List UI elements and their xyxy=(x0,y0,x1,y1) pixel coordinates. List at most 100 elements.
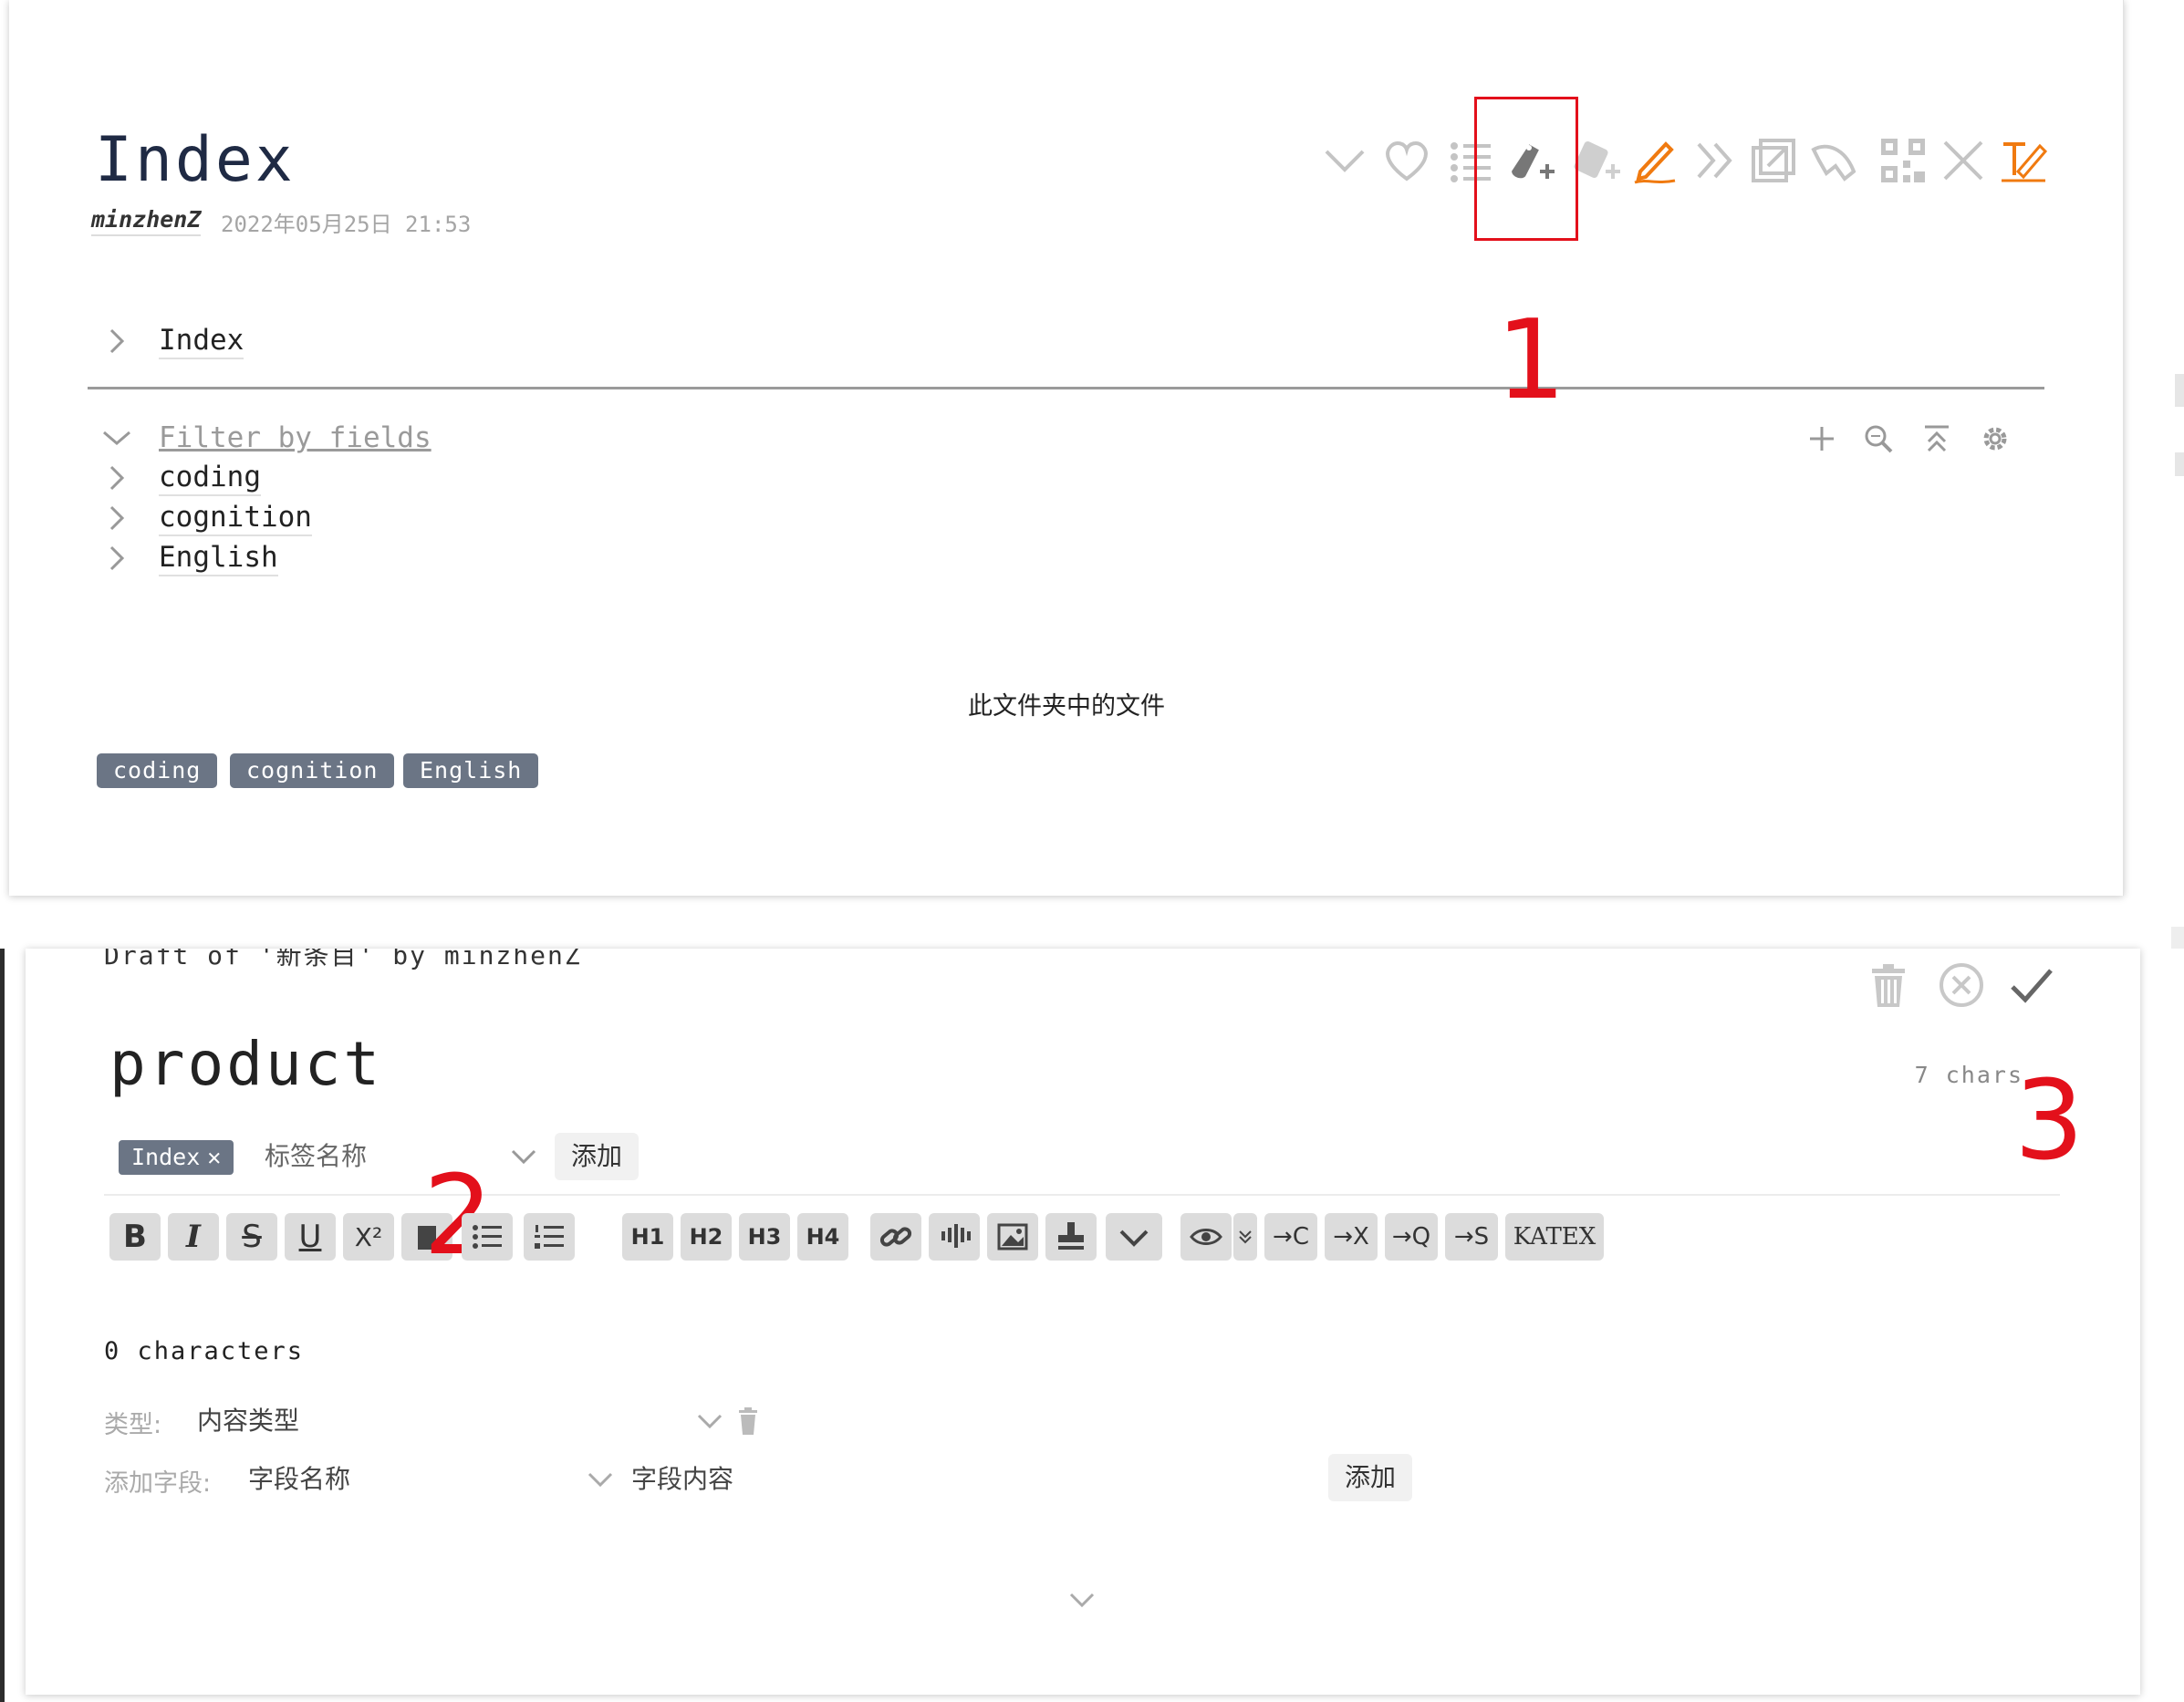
h2-button[interactable]: H2 xyxy=(681,1213,732,1261)
shell-icon[interactable] xyxy=(1808,135,1859,186)
filter-toggle[interactable]: Filter by fields xyxy=(100,420,432,456)
bullet-list-button[interactable] xyxy=(462,1213,513,1261)
divider xyxy=(104,1194,2060,1196)
h1-button[interactable]: H1 xyxy=(622,1213,673,1261)
tree-item-coding[interactable]: coding xyxy=(100,460,261,496)
add-tag-button[interactable]: 添加 xyxy=(555,1133,640,1180)
title-char-count: 7 chars xyxy=(1914,1062,2023,1088)
zoom-icon[interactable] xyxy=(1861,421,1896,456)
numbered-list-button[interactable] xyxy=(524,1213,575,1261)
quote-q-label: Q xyxy=(1411,1223,1431,1251)
new-tag-icon[interactable] xyxy=(1571,135,1622,186)
filter-by-fields-link[interactable]: Filter by fields xyxy=(159,421,432,454)
heart-icon[interactable] xyxy=(1381,135,1432,186)
chevron-right-icon xyxy=(109,328,125,354)
bullet-list-icon xyxy=(473,1225,502,1249)
content-type-input[interactable] xyxy=(197,1399,708,1441)
body-char-count: 0 characters xyxy=(104,1337,305,1365)
tag-chip-index: Index ✕ xyxy=(119,1140,234,1175)
bold-button[interactable]: B xyxy=(109,1213,161,1261)
image-icon xyxy=(997,1223,1028,1251)
h3-button[interactable]: H3 xyxy=(739,1213,790,1261)
trash-icon[interactable] xyxy=(732,1405,764,1437)
eye-icon xyxy=(1190,1229,1222,1245)
qr-code-icon[interactable] xyxy=(1877,135,1929,186)
tag-pill[interactable]: cognition xyxy=(230,753,395,788)
trash-icon[interactable] xyxy=(1863,960,1914,1011)
draft-of-label: Draft of '新条目' by minzhenZ xyxy=(104,949,582,970)
excise-button[interactable] xyxy=(929,1213,980,1261)
stamp-s-button[interactable]: → S xyxy=(1445,1213,1498,1261)
tiddler-title: Index xyxy=(95,124,296,196)
tag-pill[interactable]: English xyxy=(403,753,539,788)
arrow-in-icon: → xyxy=(1333,1223,1353,1251)
collapse-top-icon[interactable] xyxy=(1919,421,1954,456)
tiddler-author-link[interactable]: minzhenZ xyxy=(91,206,202,236)
tiddler-view-index: Index minzhenZ 2022年05月25日 21:53 Index F… xyxy=(9,0,2124,896)
chevron-down-icon[interactable] xyxy=(1319,135,1370,186)
numbered-list-icon xyxy=(535,1225,564,1249)
save-check-icon[interactable] xyxy=(2005,960,2056,1011)
add-field-label: 添加字段: xyxy=(104,1469,212,1498)
edit-text-icon[interactable] xyxy=(1998,135,2049,186)
field-name-dropdown-chevron-icon[interactable] xyxy=(584,1463,617,1496)
tree-item-cognition[interactable]: cognition xyxy=(100,500,312,536)
annotation-number: 3 xyxy=(2014,1058,2085,1185)
folder-files-caption: 此文件夹中的文件 xyxy=(968,692,1165,721)
excise-c-button[interactable]: → C xyxy=(1264,1213,1317,1261)
tree-item-label: coding xyxy=(159,461,261,496)
scroll-fragment xyxy=(2175,452,2184,476)
stamp-icon xyxy=(1058,1222,1084,1250)
arrow-in-icon: → xyxy=(1453,1223,1474,1251)
preview-mode-dropdown[interactable] xyxy=(1233,1213,1257,1261)
preview-button[interactable] xyxy=(1180,1213,1232,1261)
tiddler-editor: Draft of '新条目' by minzhenZ 7 chars 3 Ind… xyxy=(26,949,2140,1695)
type-dropdown-chevron-icon[interactable] xyxy=(693,1405,726,1437)
close-icon[interactable] xyxy=(1938,135,1989,186)
tag-remove-icon[interactable]: ✕ xyxy=(207,1140,221,1175)
stamp-s-label: S xyxy=(1473,1223,1490,1251)
excise-c-label: C xyxy=(1292,1223,1309,1251)
h4-button[interactable]: H4 xyxy=(797,1213,848,1261)
stamp-button[interactable] xyxy=(1045,1213,1097,1261)
scissors-icon xyxy=(941,1224,971,1248)
chevron-down-icon xyxy=(1119,1230,1149,1247)
title-input[interactable] xyxy=(109,1029,1478,1099)
annotation-highlight-box xyxy=(1474,97,1578,241)
field-value-input[interactable] xyxy=(631,1458,1270,1500)
divider xyxy=(88,387,2044,389)
transclude-x-label: X xyxy=(1352,1223,1369,1251)
gear-icon[interactable] xyxy=(1978,421,2012,456)
transclude-x-button[interactable]: → X xyxy=(1325,1213,1378,1261)
katex-button[interactable]: KATEX xyxy=(1505,1213,1604,1261)
annotation-number: 1 xyxy=(1496,297,1566,424)
italic-button[interactable]: I xyxy=(168,1213,219,1261)
double-chevron-down-icon xyxy=(1239,1230,1252,1244)
strikethrough-button[interactable]: S xyxy=(226,1213,277,1261)
link-icon xyxy=(879,1227,912,1247)
tag-chip-label: Index xyxy=(131,1144,201,1170)
chevron-right-icon xyxy=(109,465,125,491)
edit-pencil-icon[interactable] xyxy=(1629,135,1680,186)
tree-item-index[interactable]: Index xyxy=(100,323,244,359)
field-name-input[interactable] xyxy=(248,1458,595,1500)
arrow-in-icon: → xyxy=(1273,1223,1293,1251)
underline-button[interactable]: U xyxy=(285,1213,336,1261)
add-plus-icon[interactable] xyxy=(1804,421,1839,456)
link-button[interactable] xyxy=(870,1213,921,1261)
open-external-icon[interactable] xyxy=(1748,135,1799,186)
arrow-in-icon: → xyxy=(1391,1223,1412,1251)
add-field-button[interactable]: 添加 xyxy=(1328,1454,1413,1501)
double-chevron-icon[interactable] xyxy=(1690,135,1741,186)
expand-chevron-icon[interactable] xyxy=(1066,1583,1098,1616)
quote-q-button[interactable]: → Q xyxy=(1385,1213,1438,1261)
chevron-right-icon xyxy=(109,545,125,571)
cancel-icon[interactable] xyxy=(1936,960,1987,1011)
image-button[interactable] xyxy=(987,1213,1038,1261)
tag-dropdown-chevron-icon[interactable] xyxy=(507,1140,540,1173)
tree-item-english[interactable]: English xyxy=(100,540,278,576)
tag-pill[interactable]: coding xyxy=(97,753,218,788)
more-dropdown-button[interactable] xyxy=(1106,1213,1162,1261)
tree-item-label: English xyxy=(159,541,278,576)
superscript-button[interactable]: X² xyxy=(343,1213,394,1261)
